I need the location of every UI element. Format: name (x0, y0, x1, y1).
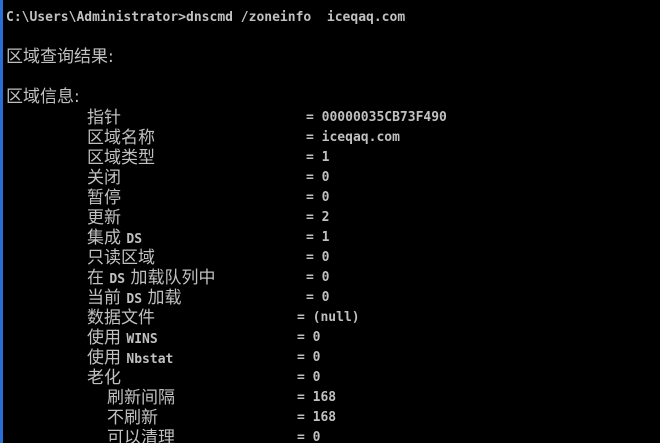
zone-info-row: 在 DS 加载队列中 = 0 (0, 268, 660, 288)
info-heading: 区域信息: (6, 87, 80, 107)
zone-info-row: 暂停 = 0 (0, 188, 660, 208)
zone-info-row: 可以清理 = 0 (0, 428, 660, 443)
zone-info-row: 使用 Nbstat = 0 (0, 348, 660, 368)
zone-info-key: 使用 WINS (87, 328, 158, 348)
zone-info-value: = 1 (306, 150, 330, 165)
zone-info-key: 数据文件 (87, 308, 155, 328)
console-window[interactable]: C:\Users\Administrator>dnscmd /zoneinfo … (0, 0, 660, 443)
zone-info-key: 只读区域 (87, 248, 155, 268)
zone-info-value: = 0 (306, 170, 330, 185)
zone-info-value: = 168 (297, 410, 337, 425)
zone-info-row: 指针 = 00000035CB73F490 (0, 108, 660, 128)
zone-info-row: 区域名称 = iceqaq.com (0, 128, 660, 148)
zone-info-row: 区域类型 = 1 (0, 148, 660, 168)
zone-info-row: 当前 DS 加载 = 0 (0, 288, 660, 308)
zone-info-value: = 0 (297, 350, 321, 365)
zone-info-row: 使用 WINS = 0 (0, 328, 660, 348)
zone-info-value: = 0 (306, 290, 330, 305)
zone-info-key: 更新 (87, 208, 121, 228)
zone-info-key: 暂停 (87, 188, 121, 208)
zone-info-value: = (null) (297, 310, 360, 325)
zone-info-key: 使用 Nbstat (87, 348, 174, 368)
zone-info-value: = 0 (306, 250, 330, 265)
zone-info-row: 数据文件 = (null) (0, 308, 660, 328)
zone-info-key: 指针 (87, 108, 121, 128)
zone-info-value: = 1 (306, 230, 330, 245)
zone-info-key: 刷新间隔 (107, 388, 175, 408)
zone-info-key: 可以清理 (107, 428, 175, 443)
zone-info-value: = iceqaq.com (306, 130, 400, 145)
zone-info-key: 老化 (87, 368, 121, 388)
zone-info-key: 不刷新 (107, 408, 158, 428)
zone-info-row: 只读区域 = 0 (0, 248, 660, 268)
zone-info-value: = 2 (306, 210, 330, 225)
zone-info-value: = 00000035CB73F490 (306, 110, 447, 125)
zone-info-value: = 0 (306, 270, 330, 285)
zone-info-row: 刷新间隔 = 168 (0, 388, 660, 408)
zone-info-key: 集成 DS (87, 228, 143, 248)
zone-info-row: 老化 = 0 (0, 368, 660, 388)
zone-info-value: = 0 (297, 330, 321, 345)
zone-info-row: 更新 = 2 (0, 208, 660, 228)
zone-info-value: = 0 (306, 190, 330, 205)
zone-info-row: 不刷新 = 168 (0, 408, 660, 428)
zone-info-row: 关闭 = 0 (0, 168, 660, 188)
zone-info-key: 当前 DS 加载 (87, 288, 182, 308)
zone-info-value: = 0 (297, 430, 321, 443)
zone-info-value: = 168 (297, 390, 337, 405)
zone-info-value: = 0 (297, 370, 321, 385)
zone-info-key: 在 DS 加载队列中 (87, 268, 216, 288)
zone-info-key: 区域名称 (87, 128, 155, 148)
zone-info-key: 关闭 (87, 168, 121, 188)
command-line: C:\Users\Administrator>dnscmd /zoneinfo … (6, 10, 406, 25)
zone-info-key: 区域类型 (87, 148, 155, 168)
zone-info-row: 集成 DS = 1 (0, 228, 660, 248)
result-heading: 区域查询结果: (6, 47, 114, 67)
